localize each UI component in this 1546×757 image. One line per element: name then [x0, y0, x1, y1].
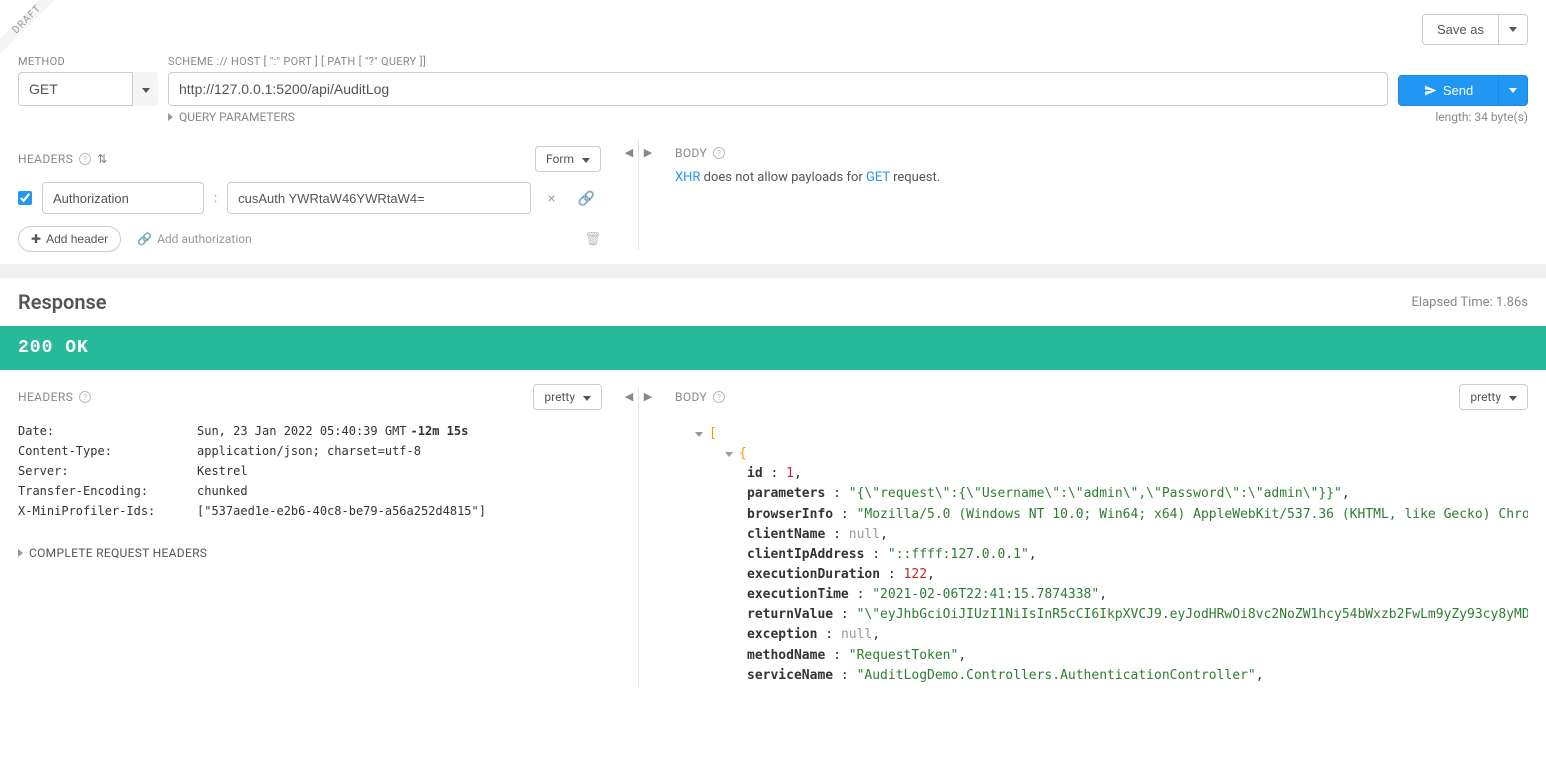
json-prop: clientIpAddress : "::ffff:127.0.0.1",	[675, 545, 1528, 565]
json-prop: exception : null,	[675, 625, 1528, 645]
json-prop: executionDuration : 122,	[675, 565, 1528, 585]
json-prop: id : 1,	[675, 464, 1528, 484]
json-prop: clientName : null,	[675, 525, 1528, 545]
chevron-right-icon	[168, 110, 173, 124]
complete-request-headers-toggle[interactable]: COMPLETE REQUEST HEADERS	[18, 546, 602, 560]
sort-icon[interactable]: ⇅	[97, 152, 107, 166]
paper-plane-icon	[1424, 84, 1437, 97]
plus-icon: ✚	[31, 232, 41, 246]
response-headers-format[interactable]: pretty	[533, 384, 602, 410]
save-as-button[interactable]: Save as	[1422, 14, 1499, 45]
save-as-split[interactable]: Save as	[1422, 14, 1528, 45]
header-row: Date:Sun, 23 Jan 2022 05:40:39 GMT -12m …	[18, 424, 602, 438]
collapse-left-handle[interactable]: ◀	[620, 140, 638, 164]
collapse-toggle-icon[interactable]	[695, 427, 703, 443]
help-icon[interactable]: ?	[713, 391, 725, 403]
response-body-label: BODY	[675, 390, 707, 404]
trash-icon[interactable]: 🗑	[584, 232, 601, 247]
send-caret[interactable]	[1499, 75, 1528, 106]
json-prop: serviceName : "AuditLogDemo.Controllers.…	[675, 666, 1528, 686]
header-row: X-MiniProfiler-Ids:["537aed1e-e2b6-40c8-…	[18, 504, 602, 518]
query-parameters-toggle[interactable]: QUERY PARAMETERS	[168, 110, 295, 124]
collapse-toggle-icon[interactable]	[725, 447, 733, 463]
help-icon[interactable]: ?	[79, 391, 91, 403]
send-button[interactable]: Send	[1398, 75, 1499, 106]
collapse-right-handle[interactable]: ▶	[639, 384, 657, 408]
json-prop: parameters : "{\"request\":{\"Username\"…	[675, 484, 1528, 504]
help-icon[interactable]: ?	[79, 153, 91, 165]
header-enabled-checkbox[interactable]	[18, 191, 32, 205]
json-prop: browserInfo : "Mozilla/5.0 (Windows NT 1…	[675, 505, 1528, 525]
response-title: Response	[18, 290, 107, 314]
method-label: METHOD	[18, 55, 158, 68]
key-icon: 🔗	[137, 232, 152, 246]
length-indicator: length: 34 byte(s)	[1435, 110, 1528, 124]
header-row: Server:Kestrel	[18, 464, 602, 478]
header-link-button[interactable]: 🔗	[572, 186, 601, 211]
response-headers-table: Date:Sun, 23 Jan 2022 05:40:39 GMT -12m …	[18, 424, 602, 518]
chevron-right-icon	[18, 546, 23, 560]
headers-section-label: HEADERS	[18, 152, 73, 166]
url-input[interactable]	[168, 72, 1388, 106]
headers-format-select[interactable]: Form	[535, 146, 601, 172]
status-bar: 200 OK	[0, 326, 1546, 370]
add-header-button[interactable]: ✚Add header	[18, 226, 121, 252]
collapse-left-handle[interactable]: ◀	[620, 384, 638, 408]
pane-divider[interactable]	[638, 388, 639, 688]
remove-header-button[interactable]: ×	[541, 186, 561, 210]
url-label: SCHEME :// HOST [ ":" PORT ] [ PATH [ "?…	[168, 55, 1388, 68]
response-body-format[interactable]: pretty	[1459, 384, 1528, 410]
body-section-label: BODY	[675, 146, 707, 160]
collapse-right-handle[interactable]: ▶	[639, 140, 657, 164]
method-select[interactable]	[18, 72, 158, 106]
header-row: Transfer-Encoding:chunked	[18, 484, 602, 498]
json-prop: returnValue : "\"eyJhbGciOiJIUzI1NiIsInR…	[675, 605, 1528, 625]
header-row: Content-Type:application/json; charset=u…	[18, 444, 602, 458]
elapsed-time: Elapsed Time: 1.86s	[1412, 295, 1528, 310]
close-icon: ×	[547, 190, 555, 206]
save-as-caret[interactable]	[1499, 14, 1528, 45]
colon-label: :	[214, 191, 217, 206]
add-authorization-link[interactable]: 🔗Add authorization	[137, 232, 252, 246]
header-name-input[interactable]	[42, 182, 204, 214]
help-icon[interactable]: ?	[713, 147, 725, 159]
section-gap	[0, 264, 1546, 278]
link-icon: 🔗	[578, 190, 595, 206]
response-headers-label: HEADERS	[18, 390, 73, 404]
xhr-note: XHR does not allow payloads for GET requ…	[675, 170, 1528, 185]
json-prop: executionTime : "2021-02-06T22:41:15.787…	[675, 585, 1528, 605]
json-prop: methodName : "RequestToken",	[675, 646, 1528, 666]
json-body-tree: [ { id : 1,parameters : "{\"request\":{\…	[675, 424, 1528, 686]
header-value-input[interactable]	[227, 182, 531, 214]
